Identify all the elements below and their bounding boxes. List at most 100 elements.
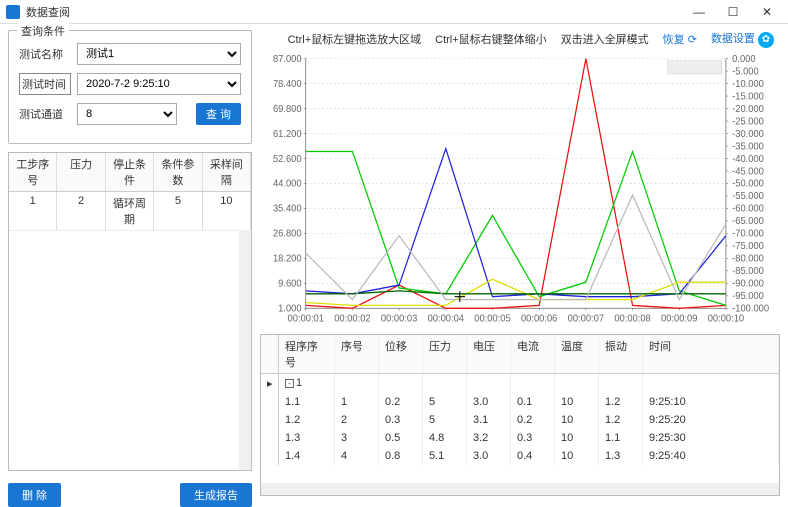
grid-cell: 3.2 bbox=[467, 429, 511, 447]
grid-header[interactable]: 序号 bbox=[335, 335, 379, 373]
grid-header[interactable]: 电压 bbox=[467, 335, 511, 373]
query-button[interactable]: 查 询 bbox=[196, 103, 241, 125]
svg-text:18.200: 18.200 bbox=[273, 253, 302, 264]
svg-text:-75.000: -75.000 bbox=[732, 240, 764, 251]
restore-link[interactable]: 恢复 ⟳ bbox=[663, 31, 697, 47]
grid-cell: 3.0 bbox=[467, 447, 511, 465]
grid-header[interactable]: 压力 bbox=[423, 335, 467, 373]
close-button[interactable]: ✕ bbox=[752, 2, 782, 22]
svg-text:-15.000: -15.000 bbox=[732, 91, 764, 102]
grid-header[interactable]: 电流 bbox=[511, 335, 555, 373]
step-cell: 1 bbox=[9, 192, 57, 230]
grid-cell: 0.3 bbox=[511, 429, 555, 447]
test-time-select[interactable]: 2020-7-2 9:25:10 bbox=[77, 73, 241, 95]
gear-icon: ✿ bbox=[758, 32, 774, 48]
svg-text:26.800: 26.800 bbox=[273, 228, 302, 239]
svg-text:-55.000: -55.000 bbox=[732, 191, 764, 202]
report-button[interactable]: 生成报告 bbox=[180, 483, 252, 507]
grid-cell: 9:25:10 bbox=[643, 393, 779, 411]
grid-cell: 2 bbox=[335, 411, 379, 429]
maximize-button[interactable]: ☐ bbox=[718, 2, 748, 22]
table-row[interactable]: 1.440.85.13.00.4101.39:25:40 bbox=[261, 447, 779, 465]
step-cell: 循环周期 bbox=[106, 192, 154, 230]
minimize-button[interactable]: — bbox=[684, 2, 714, 22]
grid-cell: 0.4 bbox=[511, 447, 555, 465]
svg-text:-80.000: -80.000 bbox=[732, 253, 764, 264]
grid-cell: 0.5 bbox=[379, 429, 423, 447]
svg-text:00:00:07: 00:00:07 bbox=[568, 313, 604, 324]
svg-text:35.400: 35.400 bbox=[273, 203, 302, 214]
grid-header[interactable]: 时间 bbox=[643, 335, 779, 373]
table-row[interactable]: 1.330.54.83.20.3101.19:25:30 bbox=[261, 429, 779, 447]
svg-text:61.200: 61.200 bbox=[273, 128, 302, 139]
grid-cell: 3 bbox=[335, 429, 379, 447]
svg-text:-85.000: -85.000 bbox=[732, 265, 764, 276]
svg-text:-40.000: -40.000 bbox=[732, 153, 764, 164]
step-header: 工步序号 bbox=[9, 153, 57, 191]
table-row[interactable]: 1.110.253.00.1101.29:25:10 bbox=[261, 393, 779, 411]
scrollbar-horizontal[interactable] bbox=[261, 483, 779, 495]
svg-text:69.800: 69.800 bbox=[273, 103, 302, 114]
data-settings-link[interactable]: 数据设置 ✿ bbox=[711, 30, 774, 48]
grid-cell: 0.2 bbox=[379, 393, 423, 411]
grid-header[interactable] bbox=[261, 335, 279, 373]
grid-header[interactable]: 温度 bbox=[555, 335, 599, 373]
grid-cell: 10 bbox=[555, 429, 599, 447]
grid-cell bbox=[261, 393, 279, 411]
grid-cell: 0.1 bbox=[511, 393, 555, 411]
window-title: 数据查阅 bbox=[26, 4, 684, 20]
grid-header[interactable]: 振动 bbox=[599, 335, 643, 373]
step-cell: 2 bbox=[57, 192, 105, 230]
chart-hints: Ctrl+鼠标左键拖选放大区域 Ctrl+鼠标右键整体缩小 双击进入全屏模式 恢… bbox=[260, 28, 780, 52]
svg-text:-70.000: -70.000 bbox=[732, 228, 764, 239]
grid-cell: 3.1 bbox=[467, 411, 511, 429]
grid-cell: 3.0 bbox=[467, 393, 511, 411]
grid-cell: 5.1 bbox=[423, 447, 467, 465]
svg-text:-65.000: -65.000 bbox=[732, 215, 764, 226]
svg-text:78.400: 78.400 bbox=[273, 78, 302, 89]
svg-text:87.000: 87.000 bbox=[273, 53, 302, 64]
grid-cell: 1.1 bbox=[599, 429, 643, 447]
step-header: 停止条件 bbox=[106, 153, 154, 191]
grid-cell: 1.3 bbox=[279, 429, 335, 447]
grid-cell: 1 bbox=[335, 393, 379, 411]
refresh-icon: ⟳ bbox=[688, 34, 697, 46]
tree-group[interactable]: -1 bbox=[279, 374, 335, 393]
svg-text:-10.000: -10.000 bbox=[732, 78, 764, 89]
svg-text:-60.000: -60.000 bbox=[732, 203, 764, 214]
grid-cell: 9:25:40 bbox=[643, 447, 779, 465]
grid-cell: 10 bbox=[555, 447, 599, 465]
test-channel-select[interactable]: 8 bbox=[77, 103, 177, 125]
table-row[interactable]: 1.220.353.10.2101.29:25:20 bbox=[261, 411, 779, 429]
grid-cell: 1.2 bbox=[599, 393, 643, 411]
data-grid: 程序序号序号位移压力电压电流温度振动时间 ▸-11.110.253.00.110… bbox=[260, 334, 780, 496]
svg-text:00:00:01: 00:00:01 bbox=[288, 313, 324, 324]
step-header: 压力 bbox=[57, 153, 105, 191]
grid-cell bbox=[261, 429, 279, 447]
svg-text:-50.000: -50.000 bbox=[732, 178, 764, 189]
test-name-label: 测试名称 bbox=[19, 46, 71, 62]
row-indicator: ▸ bbox=[261, 374, 279, 393]
grid-cell: 9:25:30 bbox=[643, 429, 779, 447]
step-header: 条件参数 bbox=[154, 153, 202, 191]
test-name-select[interactable]: 测试1 bbox=[77, 43, 241, 65]
grid-header[interactable]: 位移 bbox=[379, 335, 423, 373]
svg-text:-35.000: -35.000 bbox=[732, 141, 764, 152]
chart-area[interactable]: 1.0009.60018.20026.80035.40044.00052.600… bbox=[260, 52, 780, 333]
svg-text:52.600: 52.600 bbox=[273, 153, 302, 164]
svg-text:00:00:05: 00:00:05 bbox=[474, 313, 510, 324]
grid-cell bbox=[261, 447, 279, 465]
svg-text:-95.000: -95.000 bbox=[732, 290, 764, 301]
grid-cell: 0.3 bbox=[379, 411, 423, 429]
grid-cell: 0.8 bbox=[379, 447, 423, 465]
grid-header[interactable]: 程序序号 bbox=[279, 335, 335, 373]
scrollbar-vertical[interactable] bbox=[239, 231, 251, 470]
svg-text:-30.000: -30.000 bbox=[732, 128, 764, 139]
svg-text:-25.000: -25.000 bbox=[732, 116, 764, 127]
query-panel: 查询条件 测试名称 测试1 测试时间 2020-7-2 9:25:10 测试通道… bbox=[8, 30, 252, 144]
tree-collapse-icon[interactable]: - bbox=[285, 379, 294, 388]
delete-button[interactable]: 删 除 bbox=[8, 483, 61, 507]
grid-cell: 1.3 bbox=[599, 447, 643, 465]
svg-text:-5.000: -5.000 bbox=[732, 66, 759, 77]
svg-text:-20.000: -20.000 bbox=[732, 103, 764, 114]
